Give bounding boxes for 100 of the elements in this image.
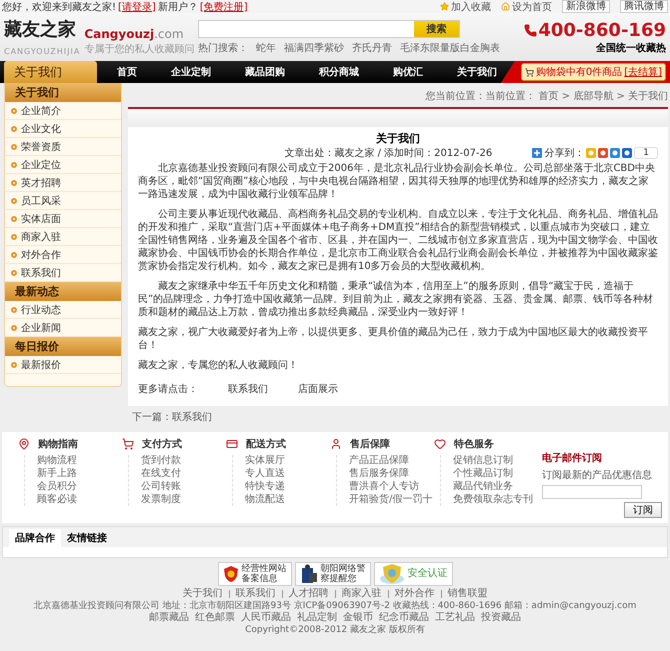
service-link[interactable]: 售后服务保障 [349,468,434,480]
star-share-icon[interactable] [586,148,596,158]
service-link[interactable]: 免费领取杂志专刊 [453,494,538,506]
hot-search-link[interactable]: 福满四季紫砂 [284,40,344,54]
sidebar-item[interactable]: 员工风采 [5,192,121,210]
globe-share-icon[interactable] [610,148,620,158]
plus-icon[interactable] [532,148,542,158]
service-link[interactable]: 个性藏品订制 [453,468,538,480]
card-icon [226,438,238,450]
service-link[interactable]: 新手上路 [37,468,122,480]
category-link[interactable]: 纪念币藏品 [379,612,429,624]
links-tab[interactable]: 品牌合作 [9,529,61,547]
person-icon [330,438,342,450]
bullet-icon [11,144,17,150]
article-meta: 文章出处：藏友之家 / 添加时间：2012-07-26 [284,146,492,160]
nav-item[interactable]: 购优汇 [388,63,427,81]
nav-item[interactable]: 首页 [112,63,141,81]
service-link[interactable]: 在线支付 [141,468,226,480]
logo-pinyin: CANGYOUZHIJIA [4,46,80,56]
service-link[interactable]: 物流配送 [245,494,330,506]
footer-link[interactable]: 对外合作 [394,588,434,600]
hot-search-link[interactable]: 齐氏丹青 [352,40,392,54]
badge-text: 察提醒您 [320,574,358,584]
service-link[interactable]: 促销信息订制 [453,455,538,467]
service-link[interactable]: 会员积分 [37,481,122,493]
register-link[interactable]: [免费注册] [200,0,248,14]
search-button[interactable]: 搜索 [414,20,459,36]
service-link[interactable]: 实体展厅 [245,455,330,467]
service-heading: 特色服务 [454,438,494,451]
subscribe-title: 电子邮件订阅 [542,452,603,465]
sidebar-item[interactable]: 行业动态 [5,301,121,319]
footer-link[interactable]: 联系我们 [236,588,276,600]
category-link[interactable]: 人民币藏品 [241,612,291,624]
sidebar-item[interactable]: 企业文化 [5,120,121,138]
hot-search-label: 热门搜索： [198,42,248,54]
sidebar-item[interactable]: 企业简介 [5,102,121,120]
nav-item[interactable]: 企业定制 [166,63,215,81]
heart-icon [434,438,446,450]
weibo-share-icon[interactable] [598,148,608,158]
weibo-button[interactable]: 腾讯微博 [620,0,668,13]
cart-button[interactable]: 购物袋中有0件商品 [去结算] [520,63,666,81]
email-field[interactable] [542,485,642,499]
service-link[interactable]: 曹洪喜个人专访 [349,481,434,493]
sidebar-item[interactable]: 实体店面 [5,210,121,228]
certification-badge[interactable]: 经营性网站 备案信息 [218,562,292,586]
service-link[interactable]: 开箱验货/假一罚十 [349,494,434,506]
links-tab[interactable]: 友情链接 [61,529,113,547]
certification-badge[interactable]: 朝阳网络警 察提醒您 [294,562,370,586]
logo-slogan: 专属于您的私人收藏顾问 [84,42,194,56]
sidebar-item[interactable]: 最新报价 [5,356,121,374]
sidebar-item[interactable]: 荣誉资质 [5,138,121,156]
service-link[interactable]: 产品正品保障 [349,455,434,467]
service-link[interactable]: 发票制度 [141,494,226,506]
bullet-icon [11,180,17,186]
certification-badge[interactable]: 安全认证 [374,562,452,586]
sidebar-item[interactable]: 英才招聘 [5,174,121,192]
login-link[interactable]: [请登录] [118,0,156,14]
sidebar-heading: 最新动态 [5,282,121,301]
footer-link[interactable]: 人才招聘 [288,588,328,600]
service-link[interactable]: 购物流程 [37,455,122,467]
service-link[interactable]: 藏品代销业务 [453,481,538,493]
sidebar-item[interactable]: 对外合作 [5,246,121,264]
sidebar-item[interactable]: 商家入驻 [5,228,121,246]
weibo-button[interactable]: 新浪微博 [562,0,610,13]
search-field[interactable]: 搜索 [198,20,460,38]
footer-link[interactable]: 商家入驻 [342,588,382,600]
service-link[interactable]: 货到付款 [141,455,226,467]
next-article-link[interactable]: 下一篇：联系我们 [128,406,668,428]
homepage-link[interactable]: 设为首页 [501,0,552,14]
nav-item[interactable]: 积分商城 [314,63,363,81]
category-link[interactable]: 邮票藏品 [149,612,189,624]
footer-link[interactable]: 销售联盟 [448,588,488,600]
footer-link[interactable]: 关于我们 [182,588,222,600]
person-share-icon[interactable] [622,148,632,158]
service-link[interactable]: 公司转账 [141,481,226,493]
subscribe-button[interactable]: 订阅 [624,502,662,518]
bullet-icon [11,216,17,222]
category-link[interactable]: 工艺礼品 [435,612,475,624]
bookmark-link[interactable]: 加入收藏 [440,0,491,14]
copyright-text: Copyright©2008-2012 藏友之家 版权所有 [245,624,425,636]
hot-search-link[interactable]: 毛泽东限量版白金胸表 [400,40,500,54]
logo-domain: Cangyouzj.com [84,26,185,40]
service-heading: 支付方式 [142,437,182,451]
more-link[interactable]: 联系我们 [228,382,268,396]
more-link[interactable]: 店面展示 [298,382,338,396]
service-link[interactable]: 顾客必读 [37,494,122,506]
bullet-icon [11,270,17,276]
article-title: 关于我们 [375,131,421,146]
category-link[interactable]: 礼品定制 [297,612,337,624]
badge-text: 经营性网站 [242,564,286,574]
category-link[interactable]: 红色邮票 [195,612,235,624]
hot-search-link[interactable]: 蛇年 [256,40,276,54]
category-link[interactable]: 金银币 [343,612,373,624]
nav-item[interactable]: 关于我们 [452,63,501,81]
service-link[interactable]: 专人直送 [245,468,330,480]
nav-item[interactable]: 藏品团购 [240,63,289,81]
service-link[interactable]: 特快专递 [245,481,330,493]
sidebar-item[interactable]: 企业定位 [5,156,121,174]
category-link[interactable]: 投资藏品 [481,612,521,624]
bullet-icon [11,234,17,240]
